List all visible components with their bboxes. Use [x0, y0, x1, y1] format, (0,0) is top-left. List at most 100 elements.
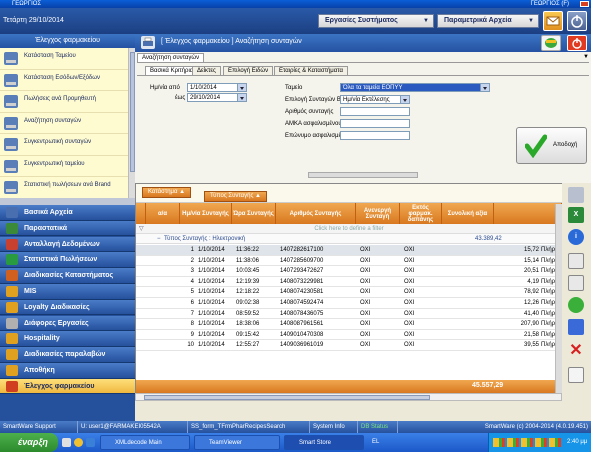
table-row[interactable]: 2 1/10/2014 11:38:06 1407285609700 ΟΧΙ ΟΧΙ 15,…: [136, 256, 563, 267]
sync-icon[interactable]: [568, 297, 584, 313]
table-row[interactable]: 6 1/10/2014 09:02:38 1408074592474 ΟΧΙ ΟΧΙ 12,…: [136, 298, 563, 309]
panel-splitter[interactable]: [308, 172, 418, 178]
module-button[interactable]: Διαδικασίες Καταστήματος: [0, 268, 135, 284]
notes-icon[interactable]: [568, 253, 584, 269]
fund-select[interactable]: Όλα τα ταμεία ΕΟΠΥΥ: [340, 83, 490, 92]
surname-input[interactable]: [340, 131, 410, 140]
table-row[interactable]: 8 1/10/2014 18:38:06 1408087961561 ΟΧΙ ΟΧΙ 207…: [136, 319, 563, 330]
module-label: Βασικά Αρχεία: [24, 209, 73, 216]
group-tag-store[interactable]: Κατάστημα ▲: [142, 187, 192, 198]
table-row[interactable]: 7 1/10/2014 08:59:52 1408078436075 ΟΧΙ ΟΧΙ 41,…: [136, 309, 563, 320]
chevron-down-icon[interactable]: ▼: [583, 54, 589, 60]
table-row[interactable]: 5 1/10/2014 12:18:22 1408074230581 ΟΧΙ ΟΧΙ 78,…: [136, 287, 563, 298]
task-smart-store[interactable]: Smart Store: [284, 435, 364, 450]
column-header[interactable]: [494, 203, 562, 224]
module-button[interactable]: Βασικά Αρχεία: [0, 205, 135, 221]
collapse-icon[interactable]: −: [157, 234, 161, 244]
column-header[interactable]: Εκτός φαρμακ. δαπάνης: [400, 203, 442, 224]
module-button[interactable]: Loyalty Διαδικασίες: [0, 299, 135, 316]
filter-tool-icon[interactable]: [568, 319, 584, 335]
status-system-info[interactable]: System Info: [310, 421, 358, 433]
module-button[interactable]: MIS: [0, 284, 135, 300]
table-row[interactable]: 1 1/10/2014 11:36:22 1407282617100 ΟΧΙ ΟΧΙ 15,…: [136, 245, 563, 256]
module-button[interactable]: Hospitality: [0, 331, 135, 347]
status-db[interactable]: DB Status: [358, 421, 398, 433]
refresh-icon[interactable]: [541, 35, 561, 51]
sidebar-item[interactable]: Κατάσταση Ταμείου: [0, 48, 128, 70]
mail-icon[interactable]: [543, 11, 563, 31]
table-cell: 1: [190, 247, 194, 253]
table-row[interactable]: 3 1/10/2014 10:03:45 1407293472627 ΟΧΙ ΟΧΙ 20,…: [136, 266, 563, 277]
table-cell: 20,51: [523, 268, 539, 275]
quick-launch: [60, 436, 100, 449]
column-header[interactable]: Ανενεργή Συνταγή: [356, 203, 400, 224]
group-row[interactable]: − Τύπος Συνταγής : Ηλεκτρονική 43.389,42: [136, 234, 562, 244]
grid-hscrollbar[interactable]: [135, 393, 562, 401]
browser-icon[interactable]: [74, 438, 83, 447]
column-header[interactable]: α/α: [146, 203, 180, 224]
table-row[interactable]: 9 1/10/2014 09:15:42 1409010470308 ΟΧΙ ΟΧΙ 21,…: [136, 330, 563, 341]
rx-number-input[interactable]: [340, 107, 410, 116]
info-icon[interactable]: i: [568, 229, 584, 245]
sidebar-item[interactable]: Συγκεντρωτική ταμείου: [0, 156, 128, 177]
module-icon: [6, 365, 18, 376]
chevron-down-icon[interactable]: [237, 94, 246, 101]
module-label: Loyalty Διαδικασίες: [24, 303, 90, 311]
printer-icon: [4, 95, 18, 108]
group-tag-rx-type[interactable]: Τύπος Συνταγής ▲: [204, 191, 267, 202]
document-icon[interactable]: [568, 367, 584, 383]
column-header[interactable]: Αριθμός Συνταγής: [276, 203, 356, 224]
app-icon[interactable]: [86, 438, 95, 447]
calendar-icon[interactable]: [568, 275, 584, 291]
chevron-down-icon[interactable]: [400, 96, 409, 103]
grid-vscrollbar[interactable]: [555, 204, 562, 393]
row-indicator-header: [136, 203, 146, 224]
menu-system-tasks[interactable]: Εργασίες Συστήματος ▼: [318, 14, 434, 28]
task-xmldecode[interactable]: XMLdecode Main: [100, 435, 190, 450]
sidebar-item[interactable]: Κατάσταση Εσόδων/Εξόδων: [0, 70, 128, 91]
task-teamviewer[interactable]: TeamViewer: [194, 435, 280, 450]
tray-icons[interactable]: [493, 438, 563, 447]
power-icon[interactable]: [567, 11, 587, 31]
module-button[interactable]: Διαδικασίες παραλαβών: [0, 347, 135, 363]
module-button[interactable]: Αποθήκη: [0, 363, 135, 379]
sidebar-item[interactable]: Πωλήσεις ανά Προμηθευτή: [0, 91, 128, 113]
start-button[interactable]: έναρξη: [0, 433, 58, 452]
module-button[interactable]: Διάφορες Εργασίες: [0, 315, 135, 332]
date-to-input[interactable]: 29/10/2014: [187, 93, 247, 102]
group-tag-store-label: Κατάστημα: [148, 189, 178, 195]
current-date: Τετάρτη 29/10/2014: [3, 17, 64, 24]
delete-icon[interactable]: ✕: [568, 343, 584, 359]
module-button[interactable]: Παραστατικά: [0, 220, 135, 237]
accept-button[interactable]: Αποδοχή: [516, 127, 587, 164]
grid-footer: 45.557,29: [136, 380, 562, 393]
column-header[interactable]: Συνολική αξία: [442, 203, 494, 224]
sidebar-item[interactable]: Αναζήτηση συνταγών: [0, 113, 128, 134]
date-from-input[interactable]: 1/10/2014: [187, 83, 247, 92]
print-icon[interactable]: [568, 187, 584, 203]
filter-row[interactable]: ▽ Click here to define a filter: [136, 224, 562, 234]
chevron-down-icon[interactable]: [237, 84, 246, 91]
sidebar-splitter[interactable]: [0, 198, 135, 205]
sidebar-item[interactable]: Στατιστική πωλήσεων ανά Brand: [0, 177, 128, 198]
power-off-icon[interactable]: [567, 35, 587, 51]
rx-type-select[interactable]: Ημ/νία Εκτέλεσης: [340, 95, 410, 104]
column-header[interactable]: Ημ/νία Συνταγής: [180, 203, 232, 224]
desktop-icon[interactable]: [62, 438, 71, 447]
sidebar-item[interactable]: Συγκεντρωτική συνταγών: [0, 134, 128, 156]
status-support[interactable]: SmartWare Support: [0, 421, 78, 433]
module-button[interactable]: Έλεγχος φαρμακείου: [0, 378, 135, 395]
sidebar-scrollbar[interactable]: [128, 48, 135, 198]
module-button[interactable]: Στατιστικά Πωλήσεων: [0, 252, 135, 268]
scrollbar-thumb[interactable]: [144, 395, 430, 400]
menu-parametric-files[interactable]: Παραμετρικά Αρχεία ▼: [437, 14, 539, 28]
amka-input[interactable]: [340, 119, 410, 128]
chevron-down-icon[interactable]: [480, 84, 489, 91]
close-window-button[interactable]: [580, 1, 589, 7]
column-header[interactable]: Ώρα Συνταγής: [232, 203, 276, 224]
table-row[interactable]: 4 1/10/2014 12:19:39 1408073229981 ΟΧΙ ΟΧΙ 4,1…: [136, 277, 563, 288]
excel-icon[interactable]: X: [568, 207, 584, 223]
table-row[interactable]: 10 1/10/2014 12:55:27 1409036961019 ΟΧΙ ΟΧΙ 39…: [136, 340, 563, 351]
language-indicator[interactable]: EL: [372, 439, 379, 445]
module-button[interactable]: Ανταλλαγή Δεδομένων: [0, 236, 135, 253]
